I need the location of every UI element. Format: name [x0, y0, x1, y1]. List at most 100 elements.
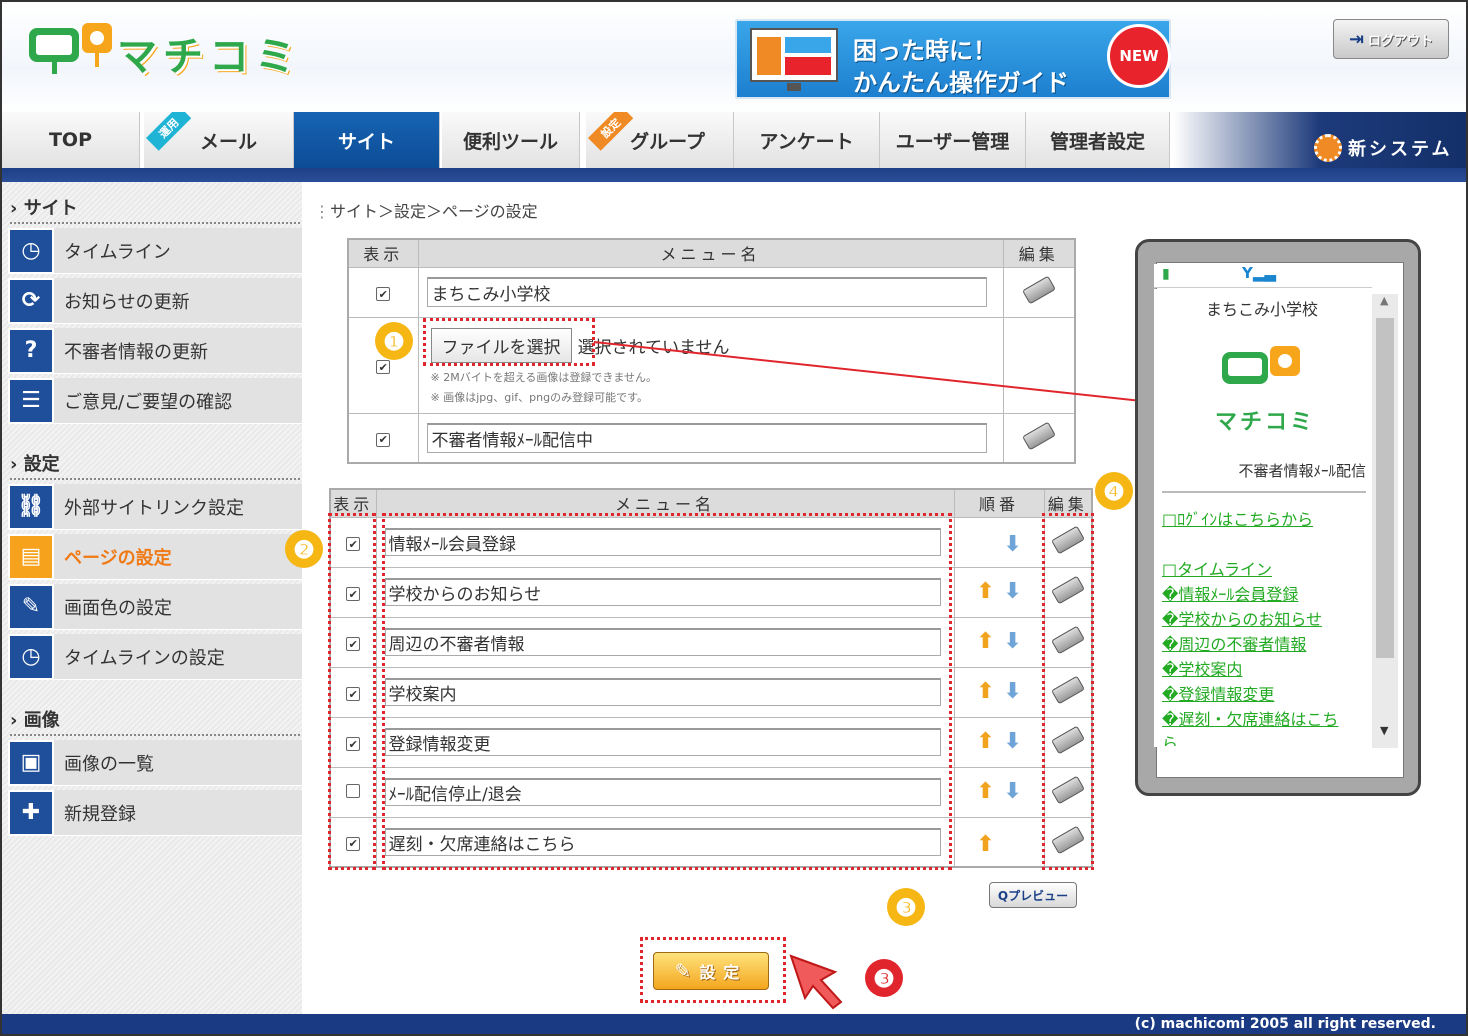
sidebar-item-page-settings[interactable]: ▤ ページの設定 — [8, 533, 302, 580]
scroll-down-icon[interactable]: ▼ — [1380, 724, 1388, 737]
highlight-file-button — [423, 318, 595, 366]
move-up-icon[interactable]: ⬆ — [974, 780, 996, 804]
section-images: › 画像 — [10, 706, 300, 736]
section-images-label: 画像 — [23, 710, 60, 731]
tab-mail-label: メール — [199, 130, 257, 153]
section-site-label: サイト — [23, 198, 78, 219]
logo-icon — [29, 23, 112, 74]
sidebar-item-image-list[interactable]: ▣ 画像の一覧 — [8, 739, 302, 786]
guide-banner[interactable]: 困った時に！ かんたん操作ガイド NEW — [735, 19, 1171, 99]
banner-line1: 困った時に！ — [853, 37, 997, 65]
col-show: 表示 — [347, 238, 419, 268]
clock-icon: ◷ — [8, 227, 54, 274]
question-icon: ? — [8, 327, 54, 374]
move-up-icon[interactable]: ⬆ — [974, 630, 996, 654]
logo-text: マチコミ — [117, 34, 301, 80]
col-order: 順番 — [953, 488, 1045, 518]
phone-status-bar: ▮ Y▂▃ — [1154, 264, 1372, 288]
signal-icon: Y▂▃ — [1242, 264, 1276, 282]
footer: (c) machicomi 2005 all right reserved. — [2, 1014, 1466, 1034]
sidebar-item-feedback[interactable]: ☰ ご意見/ご要望の確認 — [8, 377, 302, 424]
pencil-icon[interactable] — [1021, 421, 1056, 451]
sidebar-item-label: 外部サイトリンク設定 — [64, 497, 244, 519]
phone-link-notice[interactable]: �学校からのお知らせ — [1162, 606, 1322, 630]
highlight-checkbox-column — [328, 513, 376, 870]
new-system-label: 新システム — [1348, 139, 1453, 160]
tab-users[interactable]: ユーザー管理 — [880, 112, 1026, 168]
sidebar-item-new-image[interactable]: ✚ 新規登録 — [8, 789, 302, 836]
memo-icon: ✎ — [674, 959, 692, 983]
sidebar-item-label: 画面色の設定 — [64, 597, 172, 619]
page-root: マチコミ 困った時に！ かんたん操作ガイド NEW ⇥ ログアウト TOP 運用… — [0, 0, 1468, 1036]
phone-scrollbar[interactable]: ▲ ▼ — [1372, 294, 1398, 748]
phone-link-change[interactable]: �登録情報変更 — [1162, 681, 1274, 705]
phone-link-login[interactable]: □ﾛｸﾞｲﾝはこちらから — [1162, 506, 1313, 530]
new-badge: NEW — [1107, 24, 1171, 88]
ribbon-settei: 設定 — [588, 112, 634, 151]
phone-link-member[interactable]: �情報ﾒｰﾙ会員登録 — [1162, 581, 1298, 605]
scroll-thumb[interactable] — [1376, 318, 1394, 658]
show-checkbox[interactable]: ✔ — [376, 432, 391, 447]
show-checkbox[interactable]: ✔ — [376, 360, 391, 374]
subtitle-input[interactable] — [426, 422, 987, 453]
step-badge-4: ❹ — [1095, 472, 1133, 510]
tab-group-label: グループ — [630, 130, 705, 153]
move-down-icon[interactable]: ⬇ — [1002, 730, 1024, 754]
tab-survey[interactable]: アンケート — [734, 112, 880, 168]
phone-logo-text: マチコミ — [1214, 410, 1315, 435]
move-down-icon[interactable]: ⬇ — [1002, 680, 1024, 704]
sidebar-item-timeline-settings[interactable]: ◷ タイムラインの設定 — [8, 633, 302, 680]
logout-button[interactable]: ⇥ ログアウト — [1333, 19, 1449, 59]
sidebar-item-label: 新規登録 — [64, 803, 136, 825]
move-up-icon[interactable]: ⬆ — [974, 580, 996, 604]
new-system-link[interactable]: 新システム — [1314, 134, 1452, 162]
header: マチコミ 困った時に！ かんたん操作ガイド NEW ⇥ ログアウト — [2, 2, 1466, 114]
pencil-icon[interactable] — [1021, 275, 1056, 305]
move-down-icon[interactable]: ⬇ — [1002, 630, 1024, 654]
sidebar-item-label: タイムライン — [64, 241, 171, 263]
sidebar-item-label: ページの設定 — [64, 547, 172, 569]
clock-icon: ◷ — [8, 633, 54, 680]
logout-icon: ⇥ — [1348, 28, 1365, 50]
ribbon-unyou: 運用 — [146, 112, 192, 151]
sidebar-item-timeline[interactable]: ◷ タイムライン — [8, 227, 302, 274]
tab-tools[interactable]: 便利ツール — [442, 112, 580, 168]
phone-link-suspicious[interactable]: �周辺の不審者情報 — [1162, 631, 1306, 655]
phone-link-school[interactable]: �学校案内 — [1162, 656, 1242, 680]
set-button[interactable]: ✎ 設定 — [653, 952, 769, 990]
sidebar-item-label: タイムラインの設定 — [64, 647, 225, 669]
link-icon: ⛓ — [8, 483, 54, 530]
phone-link-absence[interactable]: �遅刻・欠席連絡はこち — [1162, 706, 1338, 730]
sidebar-item-suspicious[interactable]: ? 不審者情報の更新 — [8, 327, 302, 374]
move-down-icon[interactable]: ⬇ — [1002, 580, 1024, 604]
sidebar-item-external-link[interactable]: ⛓ 外部サイトリンク設定 — [8, 483, 302, 530]
move-up-icon[interactable]: ⬆ — [974, 832, 996, 857]
monitor-icon — [750, 28, 838, 91]
set-label: 設定 — [699, 963, 748, 982]
sidebar-item-color[interactable]: ✎ 画面色の設定 — [8, 583, 302, 630]
pen-icon: ✎ — [8, 583, 54, 630]
tab-mail[interactable]: 運用 メール — [144, 112, 294, 168]
preview-button[interactable]: Qプレビュー — [989, 882, 1077, 908]
move-up-icon[interactable]: ⬆ — [974, 730, 996, 754]
move-up-icon[interactable]: ⬆ — [974, 680, 996, 704]
tab-admin[interactable]: 管理者設定 — [1026, 112, 1170, 168]
phone-title: まちこみ小学校 — [1205, 300, 1318, 319]
move-down-icon[interactable]: ⬇ — [1002, 533, 1024, 557]
tab-group[interactable]: 設定 グループ — [586, 112, 734, 168]
logout-label: ログアウト — [1368, 33, 1434, 49]
tab-site[interactable]: サイト — [294, 112, 440, 168]
sidebar-item-label: お知らせの更新 — [64, 291, 190, 313]
show-checkbox[interactable]: ✔ — [376, 287, 391, 301]
sidebar-item-label: 不審者情報の更新 — [64, 341, 208, 363]
sidebar-item-label: 画像の一覧 — [64, 753, 154, 775]
tab-top[interactable]: TOP — [2, 112, 140, 168]
site-title-input[interactable] — [426, 277, 987, 307]
phone-link-absence-cont[interactable]: ら — [1162, 730, 1178, 746]
phone-link-timeline[interactable]: □タイムライン — [1162, 556, 1272, 580]
phone-subtitle: 不審者情報ﾒｰﾙ配信 — [1162, 460, 1366, 493]
sidebar-item-news[interactable]: ⟳ お知らせの更新 — [8, 277, 302, 324]
scroll-up-icon[interactable]: ▲ — [1380, 294, 1388, 307]
highlight-name-column — [382, 513, 952, 870]
move-down-icon[interactable]: ⬇ — [1002, 780, 1024, 804]
